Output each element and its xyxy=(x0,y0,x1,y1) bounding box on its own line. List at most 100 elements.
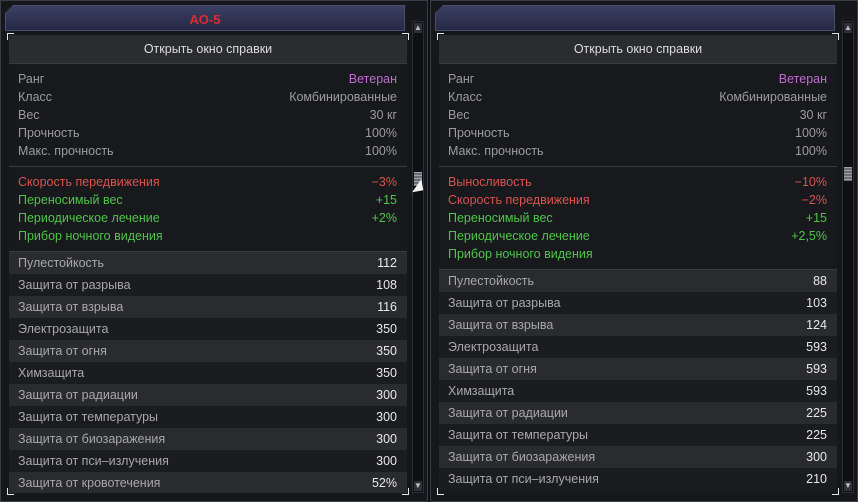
info-row: Прочность 100% xyxy=(9,124,407,142)
stat-row: Защита от биозаражения 300 xyxy=(439,446,837,468)
stat-row: Электрозащита 350 xyxy=(9,318,407,340)
row-value: 350 xyxy=(376,322,397,336)
stat-row: Химзащита 593 xyxy=(439,380,837,402)
row-value: 593 xyxy=(806,384,827,398)
row-value: 350 xyxy=(376,366,397,380)
scroll-down-icon[interactable]: ▼ xyxy=(414,481,422,491)
scrollbar[interactable]: ▲ ▼ xyxy=(412,21,424,493)
info-row: Макс. прочность 100% xyxy=(439,142,837,160)
row-label: Защита от биозаражения xyxy=(448,450,596,464)
row-value: +2,5% xyxy=(791,229,827,243)
row-label: Защита от взрыва xyxy=(18,300,124,314)
scroll-down-icon[interactable]: ▼ xyxy=(844,481,852,491)
row-value: +15 xyxy=(805,211,827,225)
row-value: 30 кг xyxy=(369,108,397,122)
row-value: 593 xyxy=(806,362,827,376)
row-value: Ветеран xyxy=(348,72,397,86)
row-label: Переносимый вес xyxy=(448,211,553,225)
row-label: Защита от температуры xyxy=(448,428,589,442)
stat-row: Защита от радиации 225 xyxy=(439,402,837,424)
row-label: Ранг xyxy=(448,72,475,86)
stat-row: Защита от пси–излучения 300 xyxy=(9,450,407,472)
row-label: Макс. прочность xyxy=(448,144,544,158)
row-label: Прибор ночного видения xyxy=(18,229,163,243)
row-label: Класс xyxy=(448,90,483,104)
row-value: 52% xyxy=(371,476,397,490)
row-label: Макс. прочность xyxy=(18,144,114,158)
open-help-button[interactable]: Открыть окно справки xyxy=(9,35,407,64)
row-label: Защита от биозаражения xyxy=(18,432,166,446)
row-label: Защита от разрыва xyxy=(448,296,561,310)
stat-row: Химзащита 350 xyxy=(9,362,407,384)
item-card-left: АО-5 Открыть окно справки Ранг Ветеран Кла… xyxy=(0,0,428,502)
row-value: −2% xyxy=(801,193,827,207)
info-row: Макс. прочность 100% xyxy=(9,142,407,160)
row-value: 225 xyxy=(806,406,827,420)
row-value: +15 xyxy=(375,193,397,207)
row-label: Пулестойкость xyxy=(448,274,535,288)
scroll-up-icon[interactable]: ▲ xyxy=(844,23,852,33)
stat-row: Защита от огня 350 xyxy=(9,340,407,362)
scroll-up-icon[interactable]: ▲ xyxy=(414,23,422,33)
stat-row: Защита от взрыва 124 xyxy=(439,314,837,336)
row-label: Защита от радиации xyxy=(18,388,138,402)
modifier-row: Выносливость −10% xyxy=(439,173,837,191)
row-label: Прочность xyxy=(448,126,510,140)
row-label: Скорость передвижения xyxy=(18,175,160,189)
row-value: 300 xyxy=(376,432,397,446)
modifier-row: Прибор ночного видения xyxy=(9,227,407,245)
info-section: Ранг Ветеран Класс Комбинированные Вес 30 кг П… xyxy=(439,64,837,167)
info-row: Ранг Ветеран xyxy=(439,70,837,88)
row-value: 300 xyxy=(376,410,397,424)
row-value: 300 xyxy=(376,454,397,468)
stat-row: Защита от кровотечения 52% xyxy=(9,472,407,493)
row-value: 300 xyxy=(376,388,397,402)
row-value: Комбинированные xyxy=(719,90,827,104)
row-label: Скорость передвижения xyxy=(448,193,590,207)
modifier-row: Скорость передвижения −2% xyxy=(439,191,837,209)
corner-bracket xyxy=(402,488,409,495)
row-value: −10% xyxy=(794,175,827,189)
row-label: Химзащита xyxy=(448,384,515,398)
row-value: 103 xyxy=(806,296,827,310)
row-value: 300 xyxy=(806,450,827,464)
item-card-header: АО-5 xyxy=(5,5,405,31)
info-row: Класс Комбинированные xyxy=(439,88,837,106)
item-card-right: Открыть окно справки Ранг Ветеран Класс Ком… xyxy=(430,0,858,502)
info-section: Ранг Ветеран Класс Комбинированные Вес 30 кг П… xyxy=(9,64,407,167)
item-card-header xyxy=(435,5,835,31)
info-row: Прочность 100% xyxy=(439,124,837,142)
corner-bracket xyxy=(402,33,409,40)
row-value: Комбинированные xyxy=(289,90,397,104)
scrollbar[interactable]: ▲ ▼ xyxy=(842,21,854,493)
row-label: Пулестойкость xyxy=(18,256,105,270)
row-value: 124 xyxy=(806,318,827,332)
modifier-row: Переносимый вес +15 xyxy=(9,191,407,209)
row-label: Электрозащита xyxy=(18,322,109,336)
row-label: Защита от радиации xyxy=(448,406,568,420)
stat-row: Защита от разрыва 108 xyxy=(9,274,407,296)
row-value: 88 xyxy=(813,274,827,288)
modifiers-section: Скорость передвижения −3% Переносимый вес +… xyxy=(9,167,407,252)
row-value: 100% xyxy=(365,144,397,158)
row-value: 593 xyxy=(806,340,827,354)
row-label: Защита от разрыва xyxy=(18,278,131,292)
corner-bracket xyxy=(832,33,839,40)
row-label: Выносливость xyxy=(448,175,532,189)
stat-row: Пулестойкость 112 xyxy=(9,252,407,274)
row-label: Защита от взрыва xyxy=(448,318,554,332)
item-title: АО-5 xyxy=(189,12,221,27)
corner-bracket xyxy=(437,488,444,495)
row-label: Периодическое лечение xyxy=(18,211,160,225)
modifier-row: Переносимый вес +15 xyxy=(439,209,837,227)
corner-bracket xyxy=(437,33,444,40)
stat-row: Пулестойкость 88 xyxy=(439,270,837,292)
stat-row: Защита от пси–излучения 210 xyxy=(439,468,837,490)
row-value: 112 xyxy=(377,256,397,270)
row-label: Класс xyxy=(18,90,53,104)
scroll-thumb[interactable] xyxy=(844,167,852,181)
stat-row: Защита от температуры 225 xyxy=(439,424,837,446)
open-help-button[interactable]: Открыть окно справки xyxy=(439,35,837,64)
row-label: Периодическое лечение xyxy=(448,229,590,243)
stat-row: Электрозащита 593 xyxy=(439,336,837,358)
